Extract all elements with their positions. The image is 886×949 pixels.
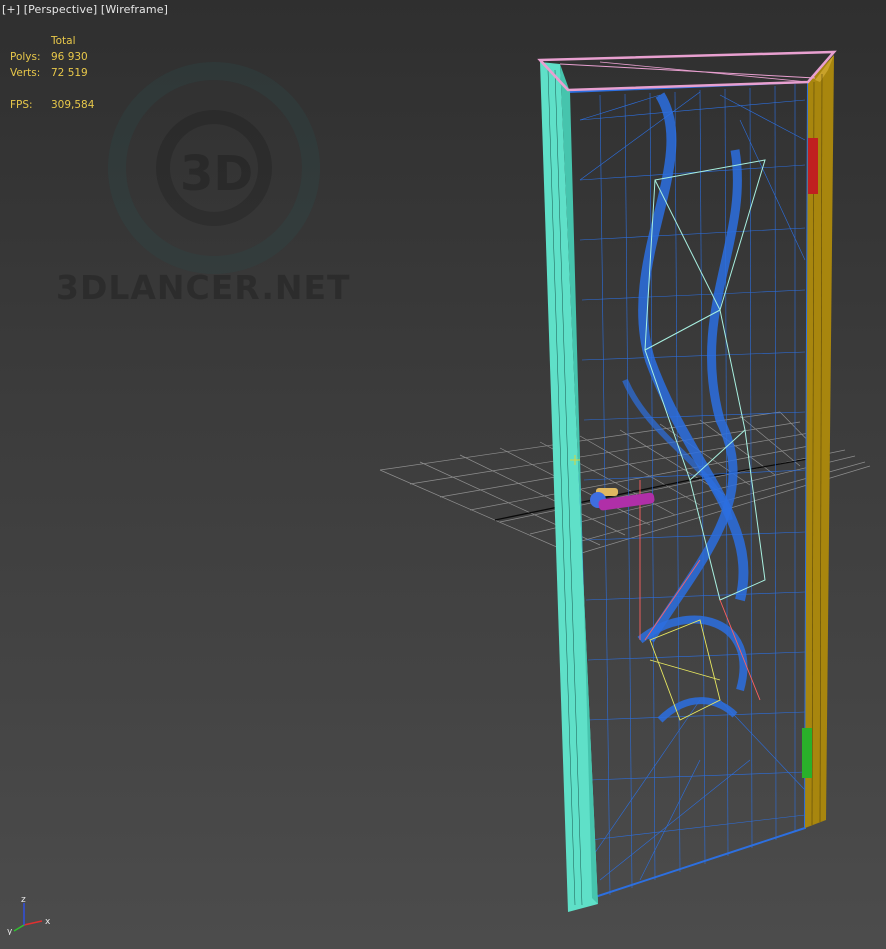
viewport-scene[interactable] [0,0,886,949]
frame-head[interactable] [537,50,837,92]
grid-axes [494,454,831,521]
fps-value: 309,584 [51,99,95,111]
home-grid [379,411,871,556]
polys-label: Polys: [10,51,41,63]
stats-fps-row: FPS: 309,584 [10,97,94,113]
fps-label: FPS: [10,99,33,111]
stats-polys-row: Polys: 96 930 [10,49,94,65]
viewport-menu-button[interactable]: [+] [2,3,20,16]
verts-label: Verts: [10,67,41,79]
axis-tripod-icon: x y z [7,895,51,935]
stats-verts-row: Verts: 72 519 [10,65,94,81]
axis-z-label: z [21,895,26,905]
hinge-top[interactable] [808,138,818,194]
verts-value: 72 519 [51,67,88,79]
axis-y-label: y [7,927,13,935]
hinge-bottom[interactable] [802,728,812,778]
view-mode-button[interactable]: [Perspective] [24,3,98,16]
axis-x-label: x [45,917,51,927]
polys-value: 96 930 [51,51,88,63]
statistics-overlay: Total Polys: 96 930 Verts: 72 519 FPS: 3… [10,33,94,113]
shading-mode-button[interactable]: [Wireframe] [101,3,168,16]
stats-header: Total [51,35,76,47]
frame-jamb-left[interactable] [540,62,598,912]
viewport-label: [+] [Perspective] [Wireframe] [2,3,168,16]
